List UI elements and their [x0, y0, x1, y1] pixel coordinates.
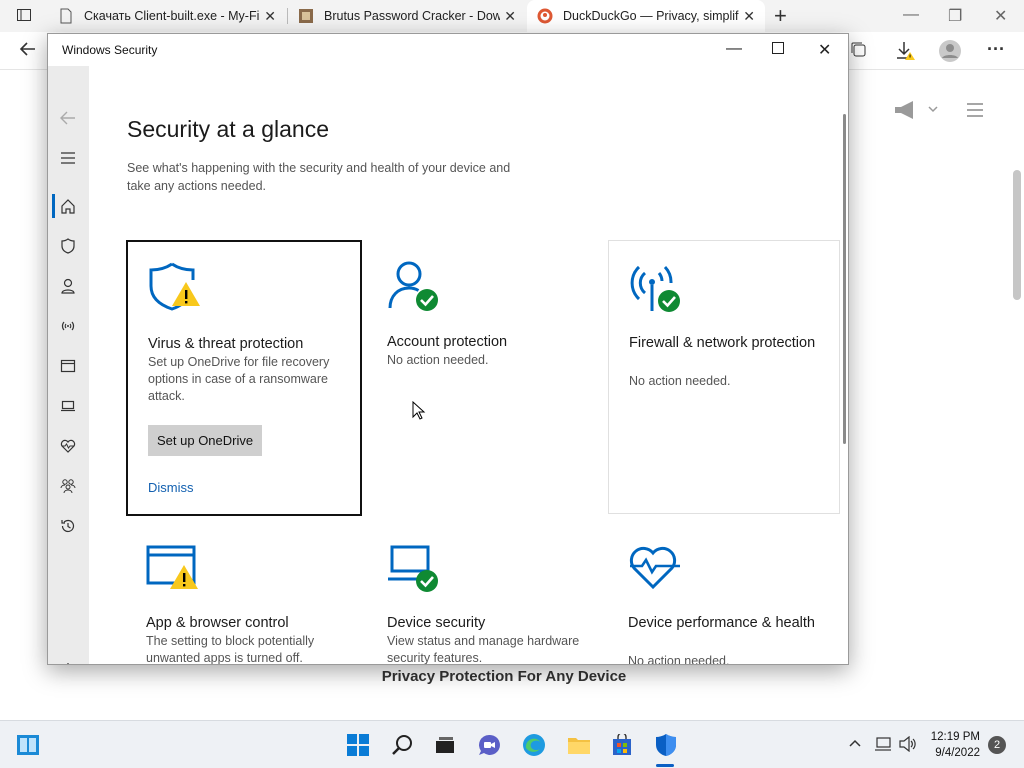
search-icon[interactable]	[390, 733, 416, 757]
more-options-icon[interactable]: ···	[987, 39, 1005, 60]
card-description: Set up OneDrive for file recovery option…	[148, 355, 330, 403]
tab-actions-icon[interactable]	[16, 7, 32, 28]
active-app-indicator	[656, 764, 674, 767]
maximize-icon[interactable]	[772, 41, 784, 59]
page-footer-text: Privacy Protection For Any Device	[381, 668, 627, 685]
taskbar: 12:19 PM 9/4/2022 2	[0, 720, 1024, 768]
card-device-security[interactable]: Device security View status and manage h…	[367, 521, 603, 665]
app-browser-icon[interactable]	[56, 354, 80, 378]
edge-browser-icon[interactable]	[521, 733, 547, 757]
card-device-performance-health[interactable]: Device performance & health No action ne…	[608, 521, 844, 665]
tab-duckduckgo[interactable]: DuckDuckGo — Privacy, simplifie ✕	[527, 0, 765, 32]
card-title: Account protection	[387, 334, 508, 350]
card-account-protection[interactable]: Account protection No action needed.	[367, 240, 603, 516]
tab-title: Brutus Password Cracker - Down	[324, 9, 500, 23]
collections-icon[interactable]	[850, 41, 868, 64]
history-icon[interactable]	[56, 514, 80, 538]
window-scrollbar[interactable]	[843, 114, 846, 444]
app-browser-warning-icon	[146, 545, 198, 589]
account-check-icon	[388, 261, 438, 311]
card-virus-threat-protection[interactable]: Virus & threat protection Set up OneDriv…	[126, 240, 362, 516]
clock-time: 12:19 PM	[930, 731, 980, 743]
window-title-bar: Windows Security — ✕	[48, 34, 848, 66]
card-title: Device security	[387, 615, 486, 631]
dismiss-link[interactable]: Dismiss	[148, 480, 194, 495]
notification-badge[interactable]: 2	[988, 736, 1006, 754]
card-description: View status and manage hardware security…	[387, 634, 580, 665]
browser-tab-bar: Скачать Client-built.exe - My-Fi ✕ Brutu…	[0, 0, 1024, 32]
clock-date: 9/4/2022	[935, 747, 980, 759]
file-explorer-icon[interactable]	[566, 733, 592, 757]
card-description: The setting to block potentially unwante…	[146, 634, 315, 665]
settings-gear-icon[interactable]	[56, 658, 80, 664]
tab-title: Скачать Client-built.exe - My-Fi	[84, 9, 260, 23]
card-title: Device performance & health	[628, 615, 815, 631]
back-icon[interactable]	[18, 39, 38, 64]
close-icon[interactable]: ✕	[818, 40, 831, 60]
window-title: Windows Security	[62, 43, 158, 57]
tab-client-built[interactable]: Скачать Client-built.exe - My-Fi ✕	[48, 0, 286, 32]
device-security-check-icon	[388, 545, 438, 592]
widgets-icon[interactable]	[15, 733, 41, 757]
home-icon[interactable]	[56, 194, 80, 218]
site-icon	[298, 8, 314, 24]
announcement-icon[interactable]	[893, 100, 941, 125]
new-tab-button[interactable]: +	[774, 3, 787, 29]
duckduckgo-icon	[537, 8, 553, 24]
card-title: App & browser control	[146, 615, 289, 631]
windows-security-window: Windows Security — ✕ Security at a glanc…	[47, 33, 849, 665]
store-icon[interactable]	[609, 733, 635, 757]
minimize-browser-icon[interactable]: —	[903, 6, 919, 24]
network-icon[interactable]	[874, 736, 892, 755]
profile-avatar-icon[interactable]	[938, 39, 962, 68]
close-browser-icon[interactable]: ✕	[994, 6, 1007, 26]
tab-brutus[interactable]: Brutus Password Cracker - Down ✕	[288, 0, 526, 32]
device-health-icon[interactable]	[56, 434, 80, 458]
card-title: Virus & threat protection	[148, 336, 304, 352]
card-title: Firewall & network protection	[629, 335, 816, 351]
minimize-icon[interactable]: —	[726, 40, 742, 58]
virus-shield-warning-icon	[149, 262, 200, 311]
navigation-sidebar	[48, 66, 89, 664]
start-icon[interactable]	[345, 733, 371, 757]
menu-icon[interactable]	[56, 146, 80, 170]
device-health-heart-icon	[629, 546, 680, 590]
firewall-icon[interactable]	[56, 314, 80, 338]
firewall-check-icon	[630, 265, 680, 312]
tab-title: DuckDuckGo — Privacy, simplifie	[563, 9, 739, 23]
restore-browser-icon[interactable]: ❐	[948, 6, 962, 26]
page-subtitle: See what's happening with the security a…	[127, 161, 511, 193]
card-description: No action needed.	[629, 374, 731, 388]
close-tab-icon[interactable]: ✕	[264, 8, 276, 25]
volume-icon[interactable]	[899, 735, 917, 755]
account-icon[interactable]	[56, 274, 80, 298]
hamburger-menu-icon[interactable]	[966, 102, 984, 123]
chat-icon[interactable]	[476, 733, 502, 757]
chevron-up-icon[interactable]	[848, 736, 862, 753]
card-description: No action needed.	[387, 353, 489, 367]
shield-icon[interactable]	[56, 234, 80, 258]
main-content: Security at a glance See what's happenin…	[89, 66, 848, 665]
family-options-icon[interactable]	[56, 474, 80, 498]
back-arrow-icon[interactable]	[56, 106, 80, 130]
close-tab-icon[interactable]: ✕	[743, 8, 755, 25]
page-scrollbar-thumb[interactable]	[1013, 170, 1021, 300]
device-security-icon[interactable]	[56, 394, 80, 418]
active-indicator	[52, 194, 55, 218]
page-title: Security at a glance	[127, 116, 330, 142]
clock[interactable]: 12:19 PM 9/4/2022	[931, 729, 980, 761]
downloads-icon[interactable]	[895, 40, 917, 67]
card-app-browser-control[interactable]: App & browser control The setting to blo…	[126, 521, 362, 665]
close-tab-icon[interactable]: ✕	[504, 8, 516, 25]
page-icon	[58, 8, 74, 24]
setup-onedrive-button[interactable]: Set up OneDrive	[148, 425, 263, 456]
card-description: No action needed.	[628, 654, 730, 665]
page-scrollbar[interactable]	[1010, 70, 1024, 720]
windows-security-taskbar-icon[interactable]	[653, 733, 679, 757]
card-firewall-network-protection[interactable]: Firewall & network protection No action …	[608, 240, 840, 514]
task-view-icon[interactable]	[432, 733, 458, 757]
mouse-cursor-icon	[412, 401, 426, 420]
